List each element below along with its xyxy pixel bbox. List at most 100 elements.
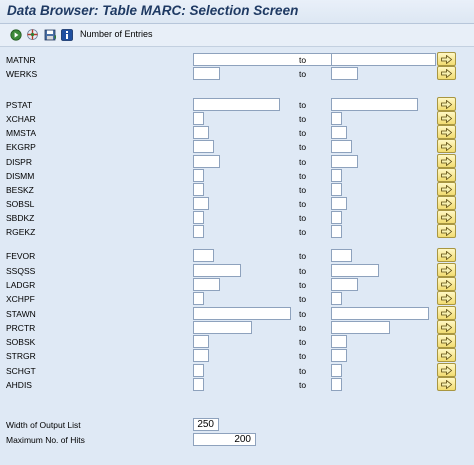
window-title: Data Browser: Table MARC: Selection Scre… xyxy=(7,3,299,18)
output-width-field[interactable]: 250 xyxy=(193,418,219,431)
field-low-rgekz[interactable] xyxy=(193,225,204,238)
field-high-ekgrp[interactable] xyxy=(331,140,352,153)
multiple-selection-button-pstat[interactable] xyxy=(437,97,456,111)
field-high-xchpf[interactable] xyxy=(331,292,342,305)
field-low-prctr[interactable] xyxy=(193,321,252,334)
multiple-selection-button-xchar[interactable] xyxy=(437,111,456,125)
multiple-selection-button-beskz[interactable] xyxy=(437,182,456,196)
field-label-pstat: PSTAT xyxy=(6,100,33,110)
multiple-selection-button-ladgr[interactable] xyxy=(437,277,456,291)
field-low-werks[interactable] xyxy=(193,67,220,80)
selection-row-sbdkz: SBDKZ to xyxy=(0,210,474,225)
field-high-ladgr[interactable] xyxy=(331,278,358,291)
arrow-right-icon xyxy=(441,113,452,123)
field-low-pstat[interactable] xyxy=(193,98,280,111)
field-label-stawn: STAWN xyxy=(6,309,36,319)
field-low-ahdis[interactable] xyxy=(193,378,204,391)
field-low-strgr[interactable] xyxy=(193,349,209,362)
field-high-fevor[interactable] xyxy=(331,249,352,262)
multiple-selection-button-ahdis[interactable] xyxy=(437,377,456,391)
field-low-dispr[interactable] xyxy=(193,155,220,168)
max-hits-row: Maximum No. of Hits 200 xyxy=(0,433,474,447)
info-icon[interactable] xyxy=(60,28,73,41)
field-high-sbdkz[interactable] xyxy=(331,211,342,224)
field-high-pstat[interactable] xyxy=(331,98,418,111)
field-low-mmsta[interactable] xyxy=(193,126,209,139)
multiple-selection-button-ekgrp[interactable] xyxy=(437,139,456,153)
field-selection-icon[interactable] xyxy=(26,28,39,41)
field-low-sbdkz[interactable] xyxy=(193,211,204,224)
multiple-selection-button-sobsk[interactable] xyxy=(437,334,456,348)
max-hits-field[interactable]: 200 xyxy=(193,433,256,446)
field-high-matnr[interactable] xyxy=(331,53,436,66)
field-label-ssqss: SSQSS xyxy=(6,266,36,276)
multiple-selection-button-sobsl[interactable] xyxy=(437,196,456,210)
field-low-xchpf[interactable] xyxy=(193,292,204,305)
field-high-beskz[interactable] xyxy=(331,183,342,196)
field-label-prctr: PRCTR xyxy=(6,323,36,333)
field-high-dismm[interactable] xyxy=(331,169,342,182)
to-label: to xyxy=(299,351,307,361)
multiple-selection-button-schgt[interactable] xyxy=(437,363,456,377)
selection-row-stawn: STAWN to xyxy=(0,306,474,321)
multiple-selection-button-sbdkz[interactable] xyxy=(437,210,456,224)
field-high-werks[interactable] xyxy=(331,67,358,80)
field-low-fevor[interactable] xyxy=(193,249,214,262)
selection-row-sobsl: SOBSL to xyxy=(0,196,474,211)
field-high-sobsl[interactable] xyxy=(331,197,347,210)
multiple-selection-button-rgekz[interactable] xyxy=(437,224,456,238)
multiple-selection-button-mmsta[interactable] xyxy=(437,125,456,139)
field-high-sobsk[interactable] xyxy=(331,335,347,348)
output-width-label: Width of Output List xyxy=(6,420,81,430)
multiple-selection-button-fevor[interactable] xyxy=(437,248,456,262)
field-label-sobsl: SOBSL xyxy=(6,199,35,209)
arrow-right-icon xyxy=(441,68,452,78)
field-high-schgt[interactable] xyxy=(331,364,342,377)
field-low-ekgrp[interactable] xyxy=(193,140,214,153)
arrow-right-icon xyxy=(441,198,452,208)
selection-row-pstat: PSTAT to xyxy=(0,97,474,112)
multiple-selection-button-stawn[interactable] xyxy=(437,306,456,320)
field-high-ahdis[interactable] xyxy=(331,378,342,391)
multiple-selection-button-werks[interactable] xyxy=(437,66,456,80)
execute-icon[interactable] xyxy=(9,28,22,41)
field-high-mmsta[interactable] xyxy=(331,126,347,139)
field-low-dismm[interactable] xyxy=(193,169,204,182)
field-label-strgr: STRGR xyxy=(6,351,36,361)
save-variant-icon[interactable] xyxy=(43,28,56,41)
selection-row-ekgrp: EKGRP to xyxy=(0,139,474,154)
field-low-sobsl[interactable] xyxy=(193,197,209,210)
field-high-stawn[interactable] xyxy=(331,307,429,320)
multiple-selection-button-dispr[interactable] xyxy=(437,154,456,168)
arrow-right-icon xyxy=(441,54,452,64)
multiple-selection-button-prctr[interactable] xyxy=(437,320,456,334)
number-of-entries-button[interactable]: Number of Entries xyxy=(80,29,153,39)
field-low-beskz[interactable] xyxy=(193,183,204,196)
multiple-selection-button-ssqss[interactable] xyxy=(437,263,456,277)
arrow-right-icon xyxy=(441,226,452,236)
to-label: to xyxy=(299,280,307,290)
field-high-rgekz[interactable] xyxy=(331,225,342,238)
field-high-strgr[interactable] xyxy=(331,349,347,362)
to-label: to xyxy=(299,366,307,376)
multiple-selection-button-matnr[interactable] xyxy=(437,52,456,66)
field-label-matnr: MATNR xyxy=(6,55,36,65)
field-high-prctr[interactable] xyxy=(331,321,390,334)
arrow-right-icon xyxy=(441,322,452,332)
field-high-xchar[interactable] xyxy=(331,112,342,125)
field-high-ssqss[interactable] xyxy=(331,264,379,277)
field-low-ssqss[interactable] xyxy=(193,264,241,277)
field-low-schgt[interactable] xyxy=(193,364,204,377)
arrow-right-icon xyxy=(441,141,452,151)
field-low-stawn[interactable] xyxy=(193,307,291,320)
multiple-selection-button-dismm[interactable] xyxy=(437,168,456,182)
field-low-sobsk[interactable] xyxy=(193,335,209,348)
field-label-dismm: DISMM xyxy=(6,171,35,181)
field-label-ahdis: AHDIS xyxy=(6,380,32,390)
field-low-ladgr[interactable] xyxy=(193,278,220,291)
multiple-selection-button-xchpf[interactable] xyxy=(437,291,456,305)
field-high-dispr[interactable] xyxy=(331,155,358,168)
multiple-selection-button-strgr[interactable] xyxy=(437,348,456,362)
arrow-right-icon xyxy=(441,350,452,360)
field-low-xchar[interactable] xyxy=(193,112,204,125)
